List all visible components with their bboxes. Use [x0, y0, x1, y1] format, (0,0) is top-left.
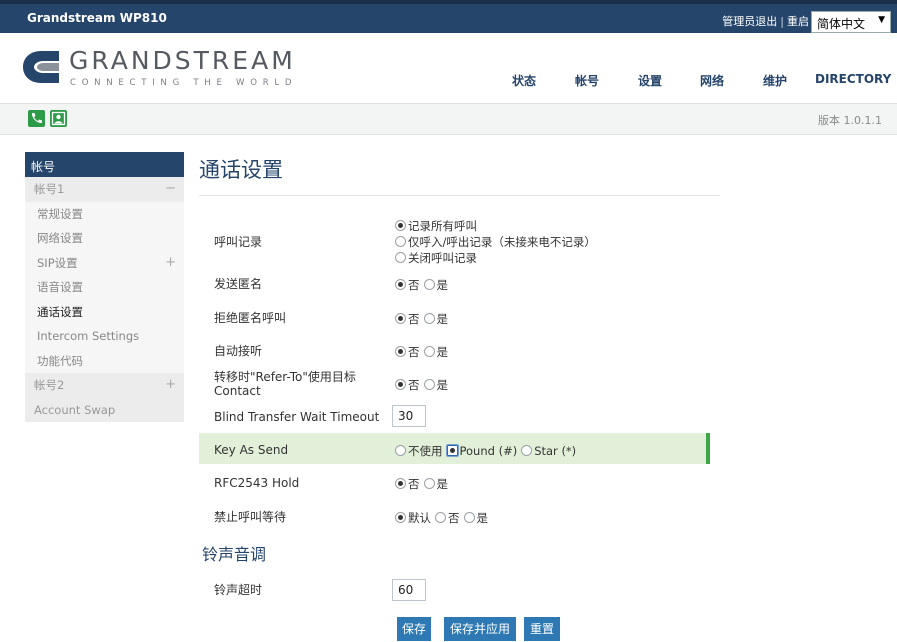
radio-icon[interactable] — [423, 279, 435, 290]
link-separator: | — [780, 15, 784, 28]
key-as-send-options: 不使用 Pound (#) Star (*) — [395, 443, 576, 459]
logo-tagline: CONNECTING THE WORLD — [70, 78, 298, 88]
sidebar-item-intercom[interactable]: Intercom Settings — [25, 324, 184, 349]
radio-icon[interactable] — [435, 512, 446, 523]
reset-button[interactable]: 重置 — [524, 617, 560, 641]
sidebar-account1[interactable]: 帐号1 − — [25, 177, 184, 202]
anon-send-label: 发送匿名 — [214, 277, 263, 291]
radio-icon[interactable] — [395, 252, 406, 263]
radio-icon[interactable] — [423, 478, 435, 489]
radio-icon[interactable] — [395, 512, 406, 523]
contact-icon[interactable] — [50, 110, 67, 127]
language-select[interactable]: 简体中文 ▼ — [811, 11, 891, 33]
blind-transfer-input[interactable]: 30 — [392, 405, 426, 427]
sub-bar: 版本 1.0.1.1 — [0, 103, 897, 135]
radio-icon[interactable] — [395, 279, 406, 290]
blind-transfer-label: Blind Transfer Wait Timeout — [214, 410, 380, 424]
sidebar-item-feature-codes[interactable]: 功能代码 — [25, 348, 184, 373]
title-divider — [199, 195, 720, 196]
call-waiting-label: 禁止呼叫等待 — [214, 510, 287, 524]
page-title: 通话设置 — [199, 158, 283, 182]
radio-icon[interactable] — [423, 313, 435, 324]
nav-settings[interactable]: 设置 — [638, 72, 662, 89]
sidebar-item-call-settings[interactable]: 通话设置 — [25, 299, 184, 324]
radio-icon[interactable] — [395, 346, 406, 357]
refer-to-label: 转移时"Refer-To"使用目标 Contact — [214, 370, 356, 398]
radio-icon[interactable] — [423, 346, 435, 357]
sidebar-account2[interactable]: 帐号2 + — [25, 373, 184, 398]
sidebar-item-general[interactable]: 常规设置 — [25, 201, 184, 226]
top-bar: Grandstream WP810 管理员退出 | 重启 简体中文 ▼ — [0, 0, 897, 33]
radio-icon[interactable] — [395, 313, 406, 324]
save-button[interactable]: 保存 — [397, 617, 431, 641]
call-log-options: 记录所有呼叫 仅呼入/呼出记录（未接来电不记录） 关闭呼叫记录 — [395, 218, 596, 266]
sidebar-header: 帐号 — [25, 152, 184, 177]
logout-link[interactable]: 管理员退出 — [722, 15, 777, 28]
anon-reject-options: 否是 — [395, 311, 448, 327]
radio-icon[interactable] — [423, 379, 435, 390]
call-waiting-options: 默认否是 — [395, 510, 488, 526]
auto-answer-label: 自动接听 — [214, 344, 263, 358]
chevron-down-icon: ▼ — [878, 15, 885, 25]
radio-icon[interactable] — [395, 379, 406, 390]
save-apply-button[interactable]: 保存并应用 — [444, 617, 516, 641]
radio-icon[interactable] — [463, 512, 475, 523]
ring-timeout-input[interactable]: 60 — [392, 579, 426, 601]
sidebar: 帐号 帐号1 − 常规设置 网络设置 SIP设置 + 语音设置 通话设置 Int… — [25, 152, 184, 422]
radio-icon[interactable] — [445, 444, 459, 457]
radio-icon[interactable] — [395, 220, 406, 231]
rfc2543-label: RFC2543 Hold — [214, 476, 300, 490]
rfc2543-options: 否是 — [395, 476, 448, 492]
anon-send-options: 否是 — [395, 277, 448, 293]
call-log-option-off[interactable]: 关闭呼叫记录 — [395, 250, 596, 266]
radio-icon[interactable] — [395, 478, 406, 489]
sidebar-item-sip[interactable]: SIP设置 + — [25, 250, 184, 276]
expand-icon[interactable]: + — [165, 251, 176, 276]
sidebar-item-account-swap[interactable]: Account Swap — [25, 397, 184, 422]
firmware-version: 版本 1.0.1.1 — [818, 114, 882, 127]
sidebar-item-audio[interactable]: 语音设置 — [25, 275, 184, 300]
sidebar-item-network[interactable]: 网络设置 — [25, 226, 184, 251]
sidebar-account1-label: 帐号1 — [34, 182, 65, 196]
nav-accounts[interactable]: 帐号 — [575, 72, 599, 89]
radio-icon[interactable] — [521, 445, 533, 456]
collapse-icon[interactable]: − — [165, 177, 176, 202]
nav-directory[interactable]: DIRECTORY — [815, 72, 891, 86]
ring-section-title: 铃声音调 — [202, 545, 267, 564]
grandstream-logo-icon — [23, 51, 59, 83]
nav-maintenance[interactable]: 维护 — [763, 72, 787, 89]
nav-network[interactable]: 网络 — [700, 72, 724, 89]
reboot-link[interactable]: 重启 — [787, 15, 809, 28]
nav-status[interactable]: 状态 — [512, 72, 536, 89]
ring-timeout-label: 铃声超时 — [214, 583, 263, 597]
call-log-label: 呼叫记录 — [214, 235, 263, 249]
radio-icon[interactable] — [395, 445, 406, 456]
call-log-option-inout[interactable]: 仅呼入/呼出记录（未接来电不记录） — [395, 234, 596, 250]
language-value: 简体中文 — [817, 17, 866, 31]
key-as-send-label: Key As Send — [214, 443, 289, 457]
call-log-option-all[interactable]: 记录所有呼叫 — [395, 218, 596, 234]
sidebar-item-sip-label: SIP设置 — [37, 255, 78, 270]
logo-wordmark: GRANDSTREAM — [69, 46, 296, 75]
anon-reject-label: 拒绝匿名呼叫 — [214, 311, 287, 325]
phone-icon[interactable] — [28, 110, 45, 127]
sidebar-account2-label: 帐号2 — [34, 378, 65, 392]
auto-answer-options: 否是 — [395, 344, 448, 360]
radio-icon[interactable] — [395, 236, 406, 247]
expand-icon[interactable]: + — [165, 373, 176, 398]
top-links: 管理员退出 | 重启 — [722, 13, 809, 29]
device-model: Grandstream WP810 — [27, 11, 167, 25]
refer-to-options: 否是 — [395, 377, 448, 393]
